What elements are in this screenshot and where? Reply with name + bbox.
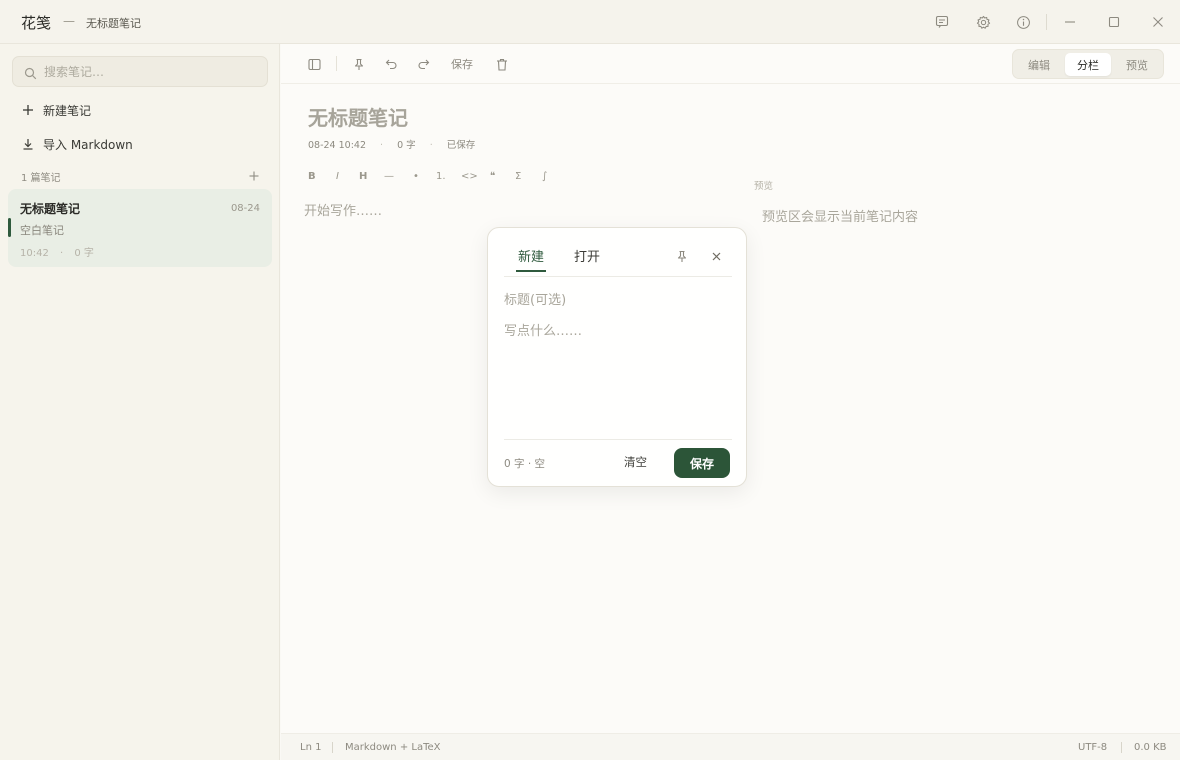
new-note-button[interactable]: 新建笔记: [12, 97, 268, 123]
note-excerpt: 空白笔记: [20, 224, 64, 237]
minimize-icon[interactable]: [1060, 12, 1080, 32]
search-input[interactable]: [44, 62, 259, 82]
note-words: 0 字: [74, 248, 94, 259]
meta-sep: ·: [380, 140, 384, 151]
trash-icon[interactable]: [494, 55, 510, 73]
dialog-title-input[interactable]: [504, 290, 732, 310]
cursor-line: Ln 1: [300, 742, 322, 753]
redo-icon[interactable]: [415, 55, 431, 73]
import-markdown-button[interactable]: 导入 Markdown: [12, 131, 268, 157]
dialog-header-divider: [504, 276, 732, 277]
meta-sep: ·: [429, 140, 433, 151]
note-title: 无标题笔记: [20, 202, 81, 216]
encoding: UTF-8: [1078, 742, 1108, 753]
notes-count: 1 篇笔记: [21, 173, 61, 184]
undo-icon[interactable]: [383, 55, 399, 73]
note-meta: 10:42 · 0 字: [20, 244, 94, 259]
editor-toolbar: 保存 编辑 分栏 预览: [281, 44, 1180, 84]
close-icon[interactable]: [708, 248, 724, 264]
file-size: 0.0 KB: [1134, 742, 1167, 753]
pin-icon[interactable]: [674, 248, 690, 264]
search-icon: [24, 65, 37, 84]
preview-placeholder: 预览区会显示当前笔记内容: [762, 210, 919, 225]
quick-note-dialog: 新建 打开 0 字 · 空 清空 保存: [487, 227, 747, 487]
toggle-sidebar-icon[interactable]: [306, 55, 322, 73]
dialog-save-button[interactable]: 保存: [674, 448, 730, 478]
title-separator: —: [63, 14, 75, 28]
view-split-tab[interactable]: 分栏: [1065, 53, 1111, 76]
preview-label: 预览: [754, 181, 774, 192]
app-name: 花笺: [21, 14, 52, 32]
document-meta: 08-24 10:42 · 0 字 · 已保存: [308, 137, 475, 151]
status-divider: [332, 742, 333, 753]
numbered-list-button[interactable]: 1.: [436, 171, 446, 182]
code-button[interactable]: <>: [461, 171, 478, 182]
italic-button[interactable]: I: [336, 171, 339, 182]
feedback-icon[interactable]: [932, 12, 952, 32]
gear-icon[interactable]: [973, 12, 993, 32]
editor-mode: Markdown + LaTeX: [345, 742, 441, 753]
note-list-item[interactable]: 无标题笔记 08-24 空白笔记 10:42 · 0 字: [8, 189, 272, 267]
close-icon[interactable]: [1148, 12, 1168, 32]
status-divider: [1121, 742, 1122, 753]
maximize-icon[interactable]: [1104, 12, 1124, 32]
view-preview-tab[interactable]: 预览: [1114, 53, 1160, 76]
save-status: 已保存: [446, 140, 476, 151]
save-button[interactable]: 保存: [451, 55, 473, 73]
toolbar-divider: [336, 56, 337, 71]
quote-button[interactable]: ❝: [490, 171, 495, 182]
import-markdown-label: 导入 Markdown: [43, 137, 133, 152]
note-time: 10:42: [20, 248, 49, 259]
heading-button[interactable]: H: [359, 171, 367, 182]
status-bar: Ln 1 Markdown + LaTeX UTF-8 0.0 KB: [281, 733, 1180, 760]
search-box[interactable]: [12, 56, 268, 87]
dialog-footer-divider: [504, 439, 732, 440]
title-bar: 花笺 — 无标题笔记: [0, 0, 1180, 44]
add-note-icon[interactable]: [246, 168, 262, 184]
clear-button[interactable]: 清空: [624, 454, 647, 470]
document-words: 0 字: [397, 140, 416, 151]
title-bar-divider: [1046, 14, 1047, 30]
document-title[interactable]: 无标题笔记: [308, 102, 408, 131]
view-edit-tab[interactable]: 编辑: [1016, 53, 1062, 76]
download-icon: [18, 138, 38, 150]
note-meta-sep: ·: [60, 248, 64, 259]
rule-button[interactable]: —: [384, 171, 394, 182]
tab-new[interactable]: 新建: [518, 246, 544, 265]
bullet-list-button[interactable]: •: [413, 171, 419, 182]
pin-icon[interactable]: [351, 55, 367, 73]
math-sum-button[interactable]: Σ: [515, 171, 521, 182]
info-icon[interactable]: [1013, 12, 1033, 32]
dialog-body-textarea[interactable]: [504, 320, 732, 430]
window-document-title: 无标题笔记: [86, 17, 141, 30]
plus-icon: [18, 104, 38, 116]
tab-open[interactable]: 打开: [574, 246, 600, 265]
note-date: 08-24: [230, 203, 260, 214]
selected-indicator: [8, 218, 11, 237]
active-tab-indicator: [516, 270, 546, 272]
bold-button[interactable]: B: [308, 171, 316, 182]
dialog-word-count: 0 字 · 空: [504, 458, 546, 470]
integral-button[interactable]: ∫: [542, 171, 547, 182]
view-mode-switch: 编辑 分栏 预览: [1012, 49, 1164, 79]
editor-placeholder[interactable]: 开始写作……: [304, 200, 382, 219]
new-note-label: 新建笔记: [43, 103, 92, 118]
document-datetime: 08-24 10:42: [308, 140, 367, 151]
sidebar: 新建笔记 导入 Markdown 1 篇笔记 无标题笔记 08-24 空白笔记 …: [0, 44, 280, 760]
